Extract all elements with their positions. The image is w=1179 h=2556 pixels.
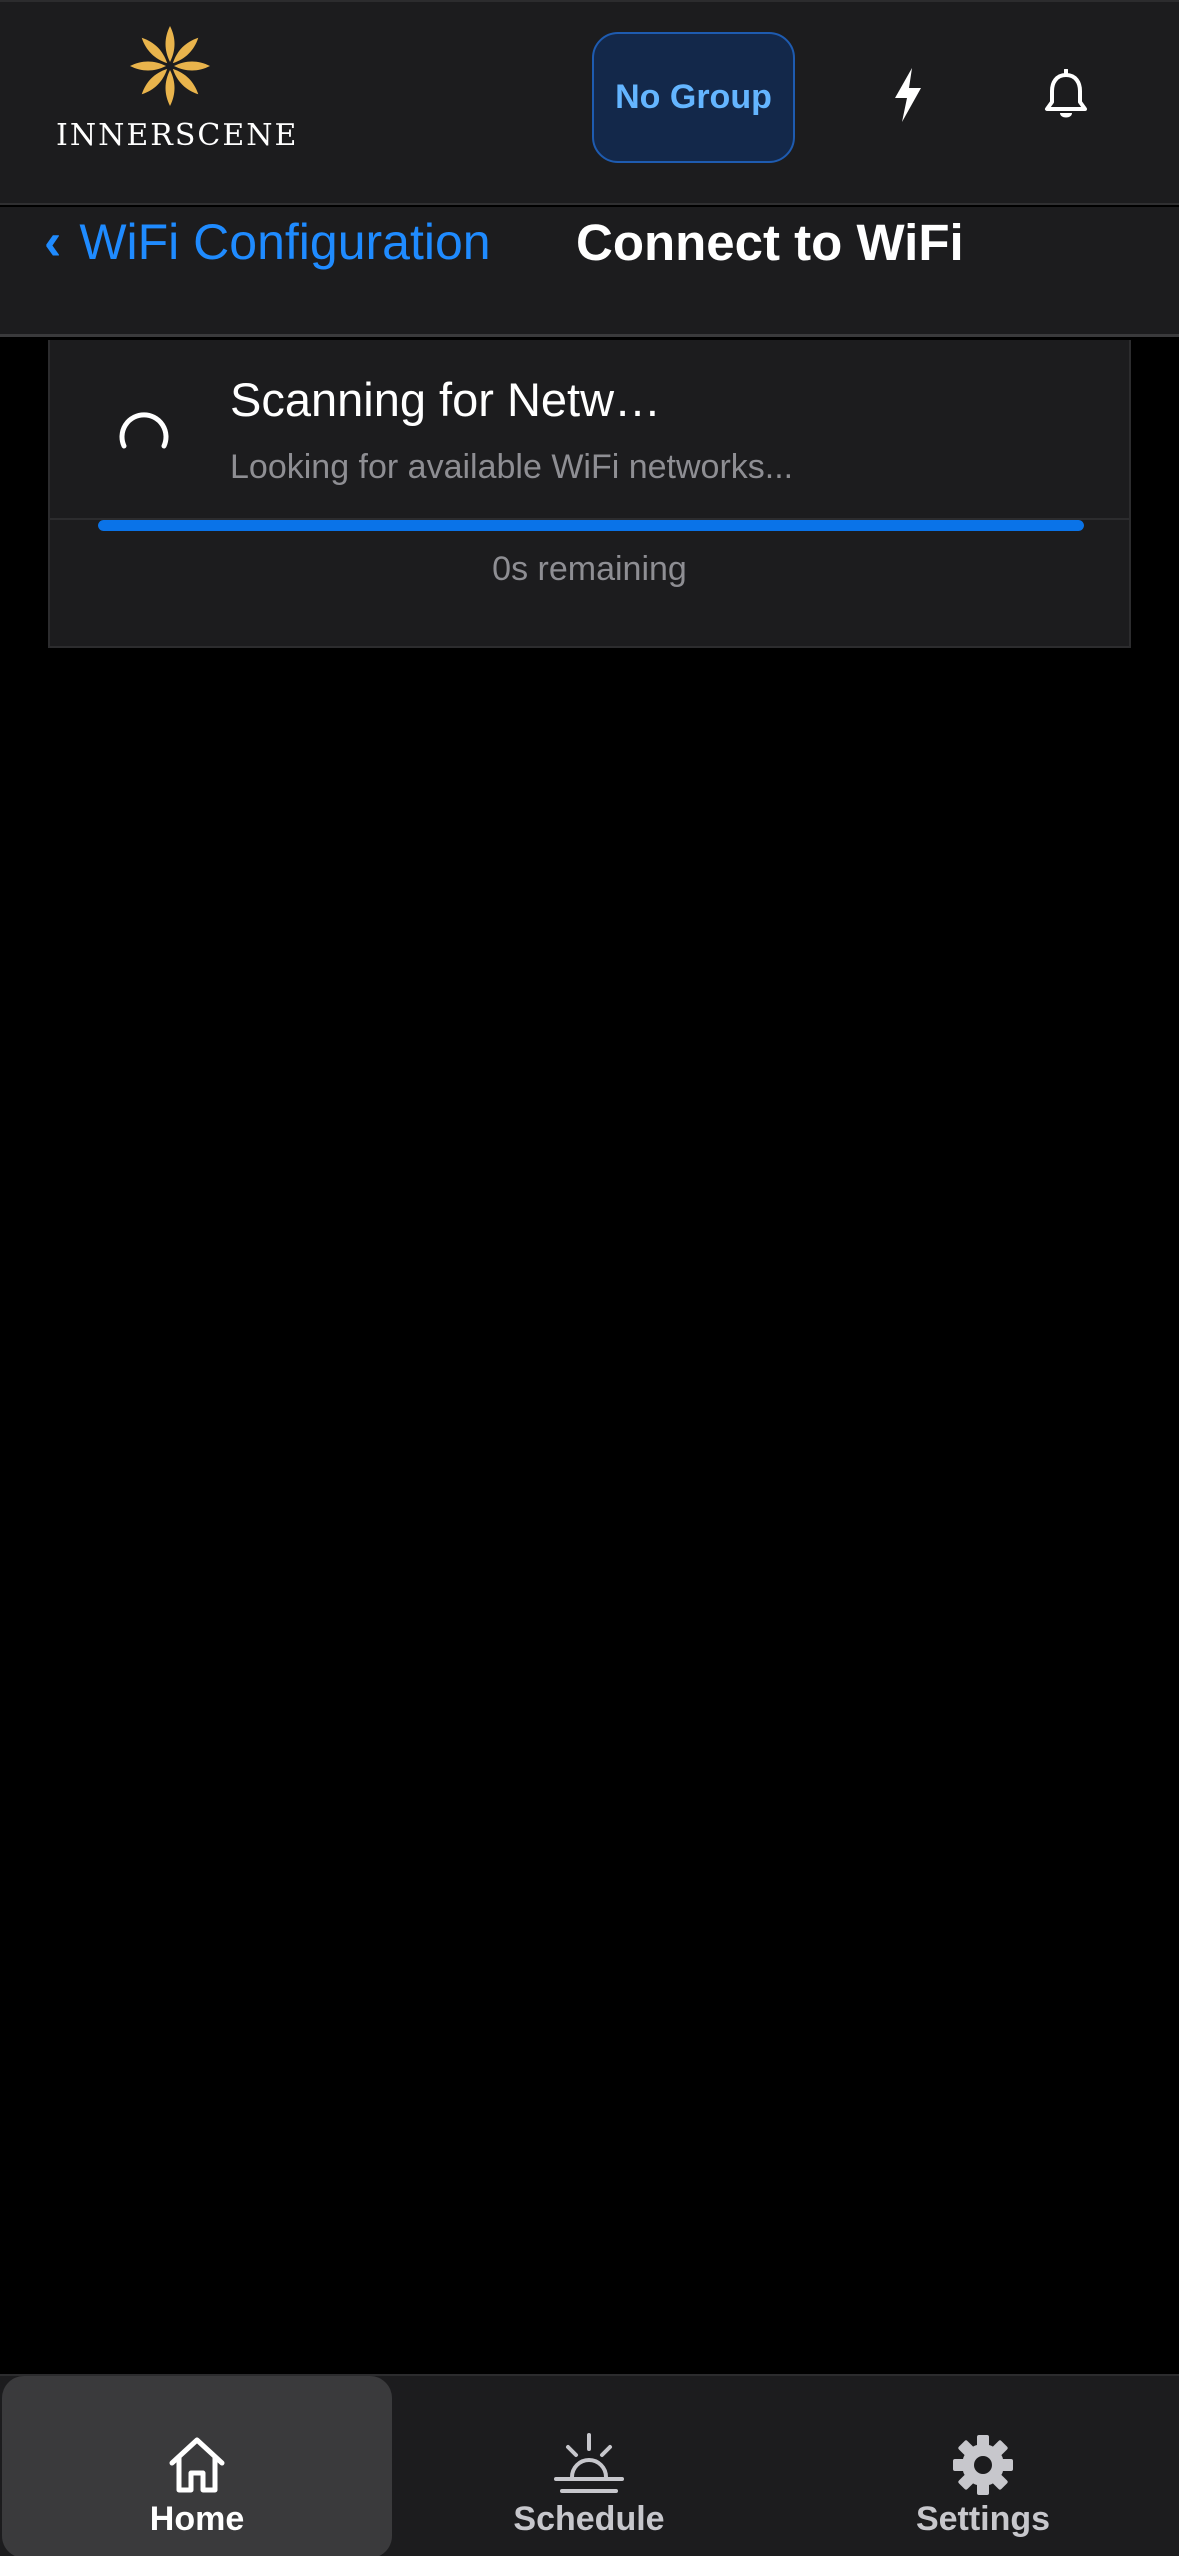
tab-schedule-label: Schedule [513, 2500, 665, 2538]
innerscene-logo-icon [130, 26, 210, 106]
spinner-icon [119, 412, 169, 449]
power-button[interactable] [873, 60, 943, 130]
bell-icon [1045, 69, 1087, 118]
group-selector-button[interactable]: No Group [592, 32, 795, 163]
brand-name: INNERSCENE [56, 118, 299, 153]
scan-status-header: Scanning for Netw… Looking for available… [50, 340, 1129, 520]
back-button[interactable]: ‹ WiFi Configuration [44, 207, 491, 277]
lightning-icon [895, 68, 921, 122]
bottom-tab-bar: Home Schedule Settings [0, 2374, 1179, 2556]
chevron-left-icon: ‹ [44, 213, 62, 271]
innerscene-logo[interactable]: INNERSCENE [56, 24, 299, 154]
tab-home[interactable]: Home [2, 2376, 392, 2556]
scan-progress-fill [98, 520, 1084, 531]
tab-settings[interactable]: Settings [787, 2376, 1179, 2556]
tab-home-label: Home [149, 2500, 245, 2538]
page-title: Connect to WiFi [576, 213, 964, 271]
navigation-bar: ‹ WiFi Configuration Connect to WiFi [0, 207, 1179, 337]
scan-title: Scanning for Netw… [230, 373, 662, 426]
app-screen: INNERSCENE No Group ‹ WiFi Configuration… [0, 0, 1179, 2556]
home-icon [162, 2434, 232, 2496]
tab-schedule[interactable]: Schedule [393, 2376, 785, 2556]
gear-icon [948, 2434, 1018, 2496]
tab-settings-label: Settings [915, 2500, 1051, 2538]
scan-progress-bar [98, 520, 1084, 531]
top-header: INNERSCENE No Group [0, 0, 1179, 205]
scan-status-card: Scanning for Netw… Looking for available… [48, 340, 1131, 648]
back-label: WiFi Configuration [79, 214, 491, 270]
sunrise-icon [554, 2433, 624, 2496]
time-remaining: 0s remaining [492, 550, 687, 588]
notifications-button[interactable] [1031, 60, 1101, 130]
scan-subtitle: Looking for available WiFi networks... [230, 448, 794, 486]
